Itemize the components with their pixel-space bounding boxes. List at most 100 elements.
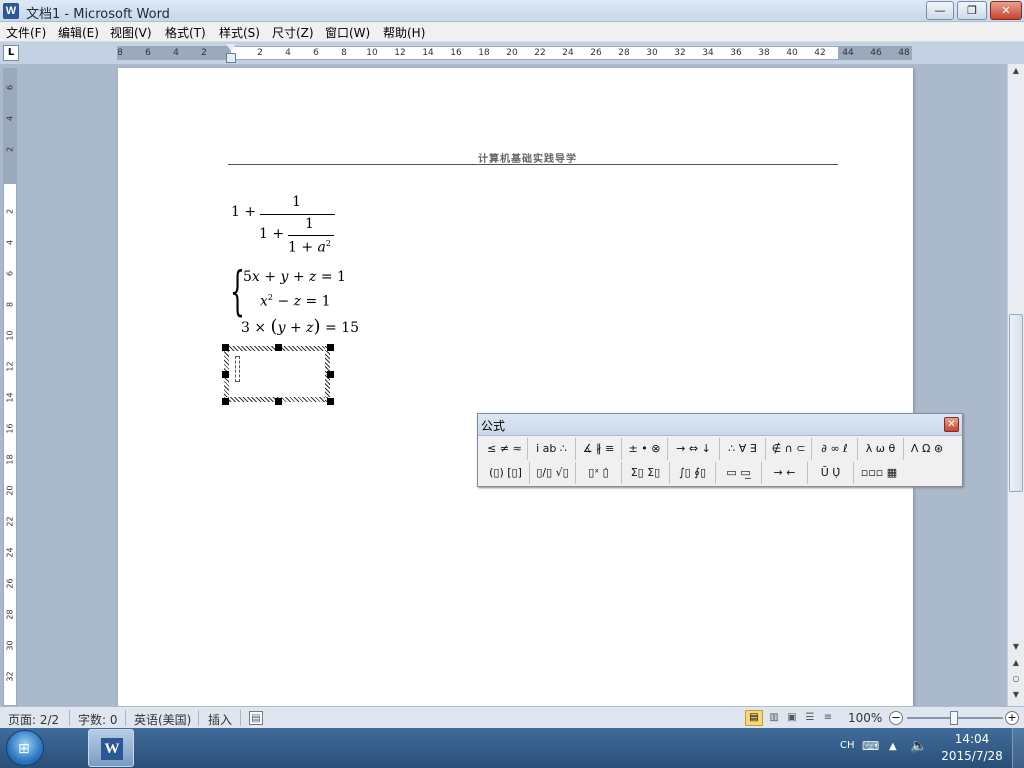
resize-handle-ne[interactable] <box>327 344 334 351</box>
eq2-r1-op1: + <box>259 269 281 285</box>
ruler-number: 46 <box>870 48 882 58</box>
operator-symbols-button[interactable]: ± • ⊗ <box>622 438 668 460</box>
full-screen-reading-icon[interactable]: ▥ <box>767 711 781 725</box>
subscript-superscript-templates-button[interactable]: ▯ˣ ▯̇ <box>576 462 622 484</box>
menu-size[interactable]: 尺寸(Z) <box>272 24 314 41</box>
maximize-button[interactable]: ❐ <box>957 1 987 20</box>
menu-view[interactable]: 视图(V) <box>110 24 152 41</box>
spaces-ellipses-button[interactable]: i̇ ab ∴ <box>528 438 576 460</box>
show-desktop-button[interactable] <box>1012 728 1024 768</box>
document-page[interactable]: 计算机基础实践导学 1 + 1 1 + 1 1 + a2 { 5x + y + … <box>118 68 913 706</box>
ruler-number: 42 <box>814 48 826 58</box>
resize-handle-sw[interactable] <box>222 398 229 405</box>
print-layout-view-icon[interactable]: ▤ <box>745 710 763 726</box>
menu-file[interactable]: 文件(F) <box>6 24 46 41</box>
ruler-number: 12 <box>394 48 406 58</box>
integral-templates-button[interactable]: ∫▯ ∮▯ <box>670 462 716 484</box>
menu-format[interactable]: 格式(T) <box>165 24 206 41</box>
fraction-radical-templates-button[interactable]: ▯/▯ √▯ <box>530 462 576 484</box>
web-layout-icon[interactable]: ▣ <box>785 711 799 725</box>
clock-time[interactable]: 14:04 <box>952 732 992 746</box>
first-line-indent-marker[interactable] <box>226 44 236 51</box>
status-page-count[interactable]: 页面: 2/2 <box>8 711 59 728</box>
embellishments-button[interactable]: ∡ ∦ ≡ <box>576 438 622 460</box>
underbar-overbar-templates-button[interactable]: ▭ ▭̲ <box>716 462 762 484</box>
start-button[interactable]: ⊞ <box>6 730 44 766</box>
clock-date[interactable]: 2015/7/28 <box>940 749 1004 763</box>
eq1-numerator: 1 <box>292 194 301 210</box>
status-separator <box>69 710 70 726</box>
zoom-level-label[interactable]: 100% <box>848 711 882 725</box>
scrollbar-thumb[interactable] <box>1009 314 1023 492</box>
menu-help[interactable]: 帮助(H) <box>383 24 425 41</box>
outline-view-icon[interactable]: ☰ <box>803 711 817 725</box>
resize-handle-w[interactable] <box>222 371 229 378</box>
word-app-icon[interactable]: W <box>3 3 19 19</box>
set-theory-symbols-button[interactable]: ∉ ∩ ⊂ <box>766 438 812 460</box>
left-indent-marker[interactable] <box>226 53 236 63</box>
previous-page-icon[interactable]: ▲ <box>1011 658 1021 667</box>
volume-icon[interactable]: 🔈 <box>910 738 927 754</box>
keyboard-icon[interactable]: ⌨ <box>862 739 879 753</box>
ime-language-indicator[interactable]: CH <box>840 740 855 751</box>
ruler-number: 16 <box>450 48 462 58</box>
browse-object-icon[interactable]: ○ <box>1011 674 1021 683</box>
zoom-slider-thumb[interactable] <box>950 711 958 725</box>
taskbar: ⊞ W CH ⌨ ▲ 🔈 14:04 2015/7/28 <box>0 728 1024 768</box>
eq1-exponent: 2 <box>325 239 331 248</box>
resize-handle-se[interactable] <box>327 398 334 405</box>
menu-style[interactable]: 样式(S) <box>219 24 260 41</box>
logical-symbols-button[interactable]: ∴ ∀ ∃ <box>720 438 766 460</box>
equation-slot-cursor[interactable] <box>235 356 240 382</box>
resize-handle-s[interactable] <box>275 398 282 405</box>
vertical-scrollbar[interactable]: ▲ ▼ ▲ ○ ▼ <box>1007 64 1024 706</box>
products-set-theory-templates-button[interactable]: Ū Ụ̇ <box>808 462 854 484</box>
eq2-row2: x2 − z = 1 <box>260 293 331 310</box>
equation-toolbar-titlebar[interactable]: 公式 ✕ <box>478 414 962 436</box>
tab-selector[interactable]: L <box>3 45 19 61</box>
zoom-in-button[interactable]: + <box>1005 711 1019 725</box>
vertical-ruler-number: 2 <box>5 146 15 153</box>
matrix-templates-button[interactable]: ▫▫▫ ▦ <box>854 462 904 484</box>
menu-edit[interactable]: 编辑(E) <box>58 24 99 41</box>
misc-symbols-button[interactable]: ∂ ∞ ℓ <box>812 438 858 460</box>
tray-expand-icon[interactable]: ▲ <box>889 741 897 752</box>
greek-lowercase-button[interactable]: λ ω θ <box>858 438 904 460</box>
equation-edit-box[interactable] <box>224 346 330 402</box>
labeled-arrow-templates-button[interactable]: → ← <box>762 462 808 484</box>
vertical-ruler-number: 26 <box>5 578 15 589</box>
macro-record-icon[interactable]: ▤ <box>249 711 263 725</box>
menu-window[interactable]: 窗口(W) <box>325 24 370 41</box>
indent-marker[interactable] <box>226 44 236 64</box>
scroll-down-arrow-icon[interactable]: ▼ <box>1011 642 1021 651</box>
equation-edit-area[interactable] <box>229 351 325 397</box>
title-bar: W 文档1 - Microsoft Word — ❐ ✕ <box>0 0 1024 22</box>
status-insert-mode[interactable]: 插入 <box>208 711 232 728</box>
fence-templates-button[interactable]: (▯) [▯] <box>482 462 530 484</box>
relational-symbols-button[interactable]: ≤ ≠ ≈ <box>482 438 528 460</box>
zoom-out-button[interactable]: − <box>889 711 903 725</box>
vertical-ruler-number: 8 <box>5 301 15 308</box>
eq2-r1-x: x <box>251 269 260 285</box>
taskbar-word-button[interactable]: W <box>88 729 134 767</box>
eq1-var-a: a <box>317 239 326 256</box>
minimize-button[interactable]: — <box>926 1 954 20</box>
resize-handle-n[interactable] <box>275 344 282 351</box>
scroll-up-arrow-icon[interactable]: ▲ <box>1011 66 1021 75</box>
draft-view-icon[interactable]: ≡ <box>821 711 835 725</box>
resize-handle-nw[interactable] <box>222 344 229 351</box>
equation-toolbar-close-button[interactable]: ✕ <box>944 417 959 432</box>
horizontal-ruler[interactable]: 8 6 4 2 2 4 6 8 10 12 14 16 18 20 22 24 26 28 30 32 34 36 38 40… <box>117 46 912 60</box>
eq2-r3-coef: 3 × <box>241 320 271 336</box>
arrow-symbols-button[interactable]: → ⇔ ↓ <box>668 438 720 460</box>
close-button[interactable]: ✕ <box>990 1 1022 20</box>
resize-handle-e[interactable] <box>327 371 334 378</box>
summation-templates-button[interactable]: Σ▯ Σ▯ <box>622 462 670 484</box>
greek-uppercase-button[interactable]: Λ Ω ⊛ <box>904 438 950 460</box>
next-page-icon[interactable]: ▼ <box>1011 690 1021 699</box>
vertical-ruler[interactable]: 6 4 2 2 4 6 8 10 12 14 16 18 20 22 24 26 28 30 32 <box>3 68 17 706</box>
ruler-number: 10 <box>366 48 378 58</box>
ruler-number: 48 <box>898 48 910 58</box>
status-word-count[interactable]: 字数: 0 <box>78 711 118 728</box>
status-language[interactable]: 英语(美国) <box>134 711 191 728</box>
